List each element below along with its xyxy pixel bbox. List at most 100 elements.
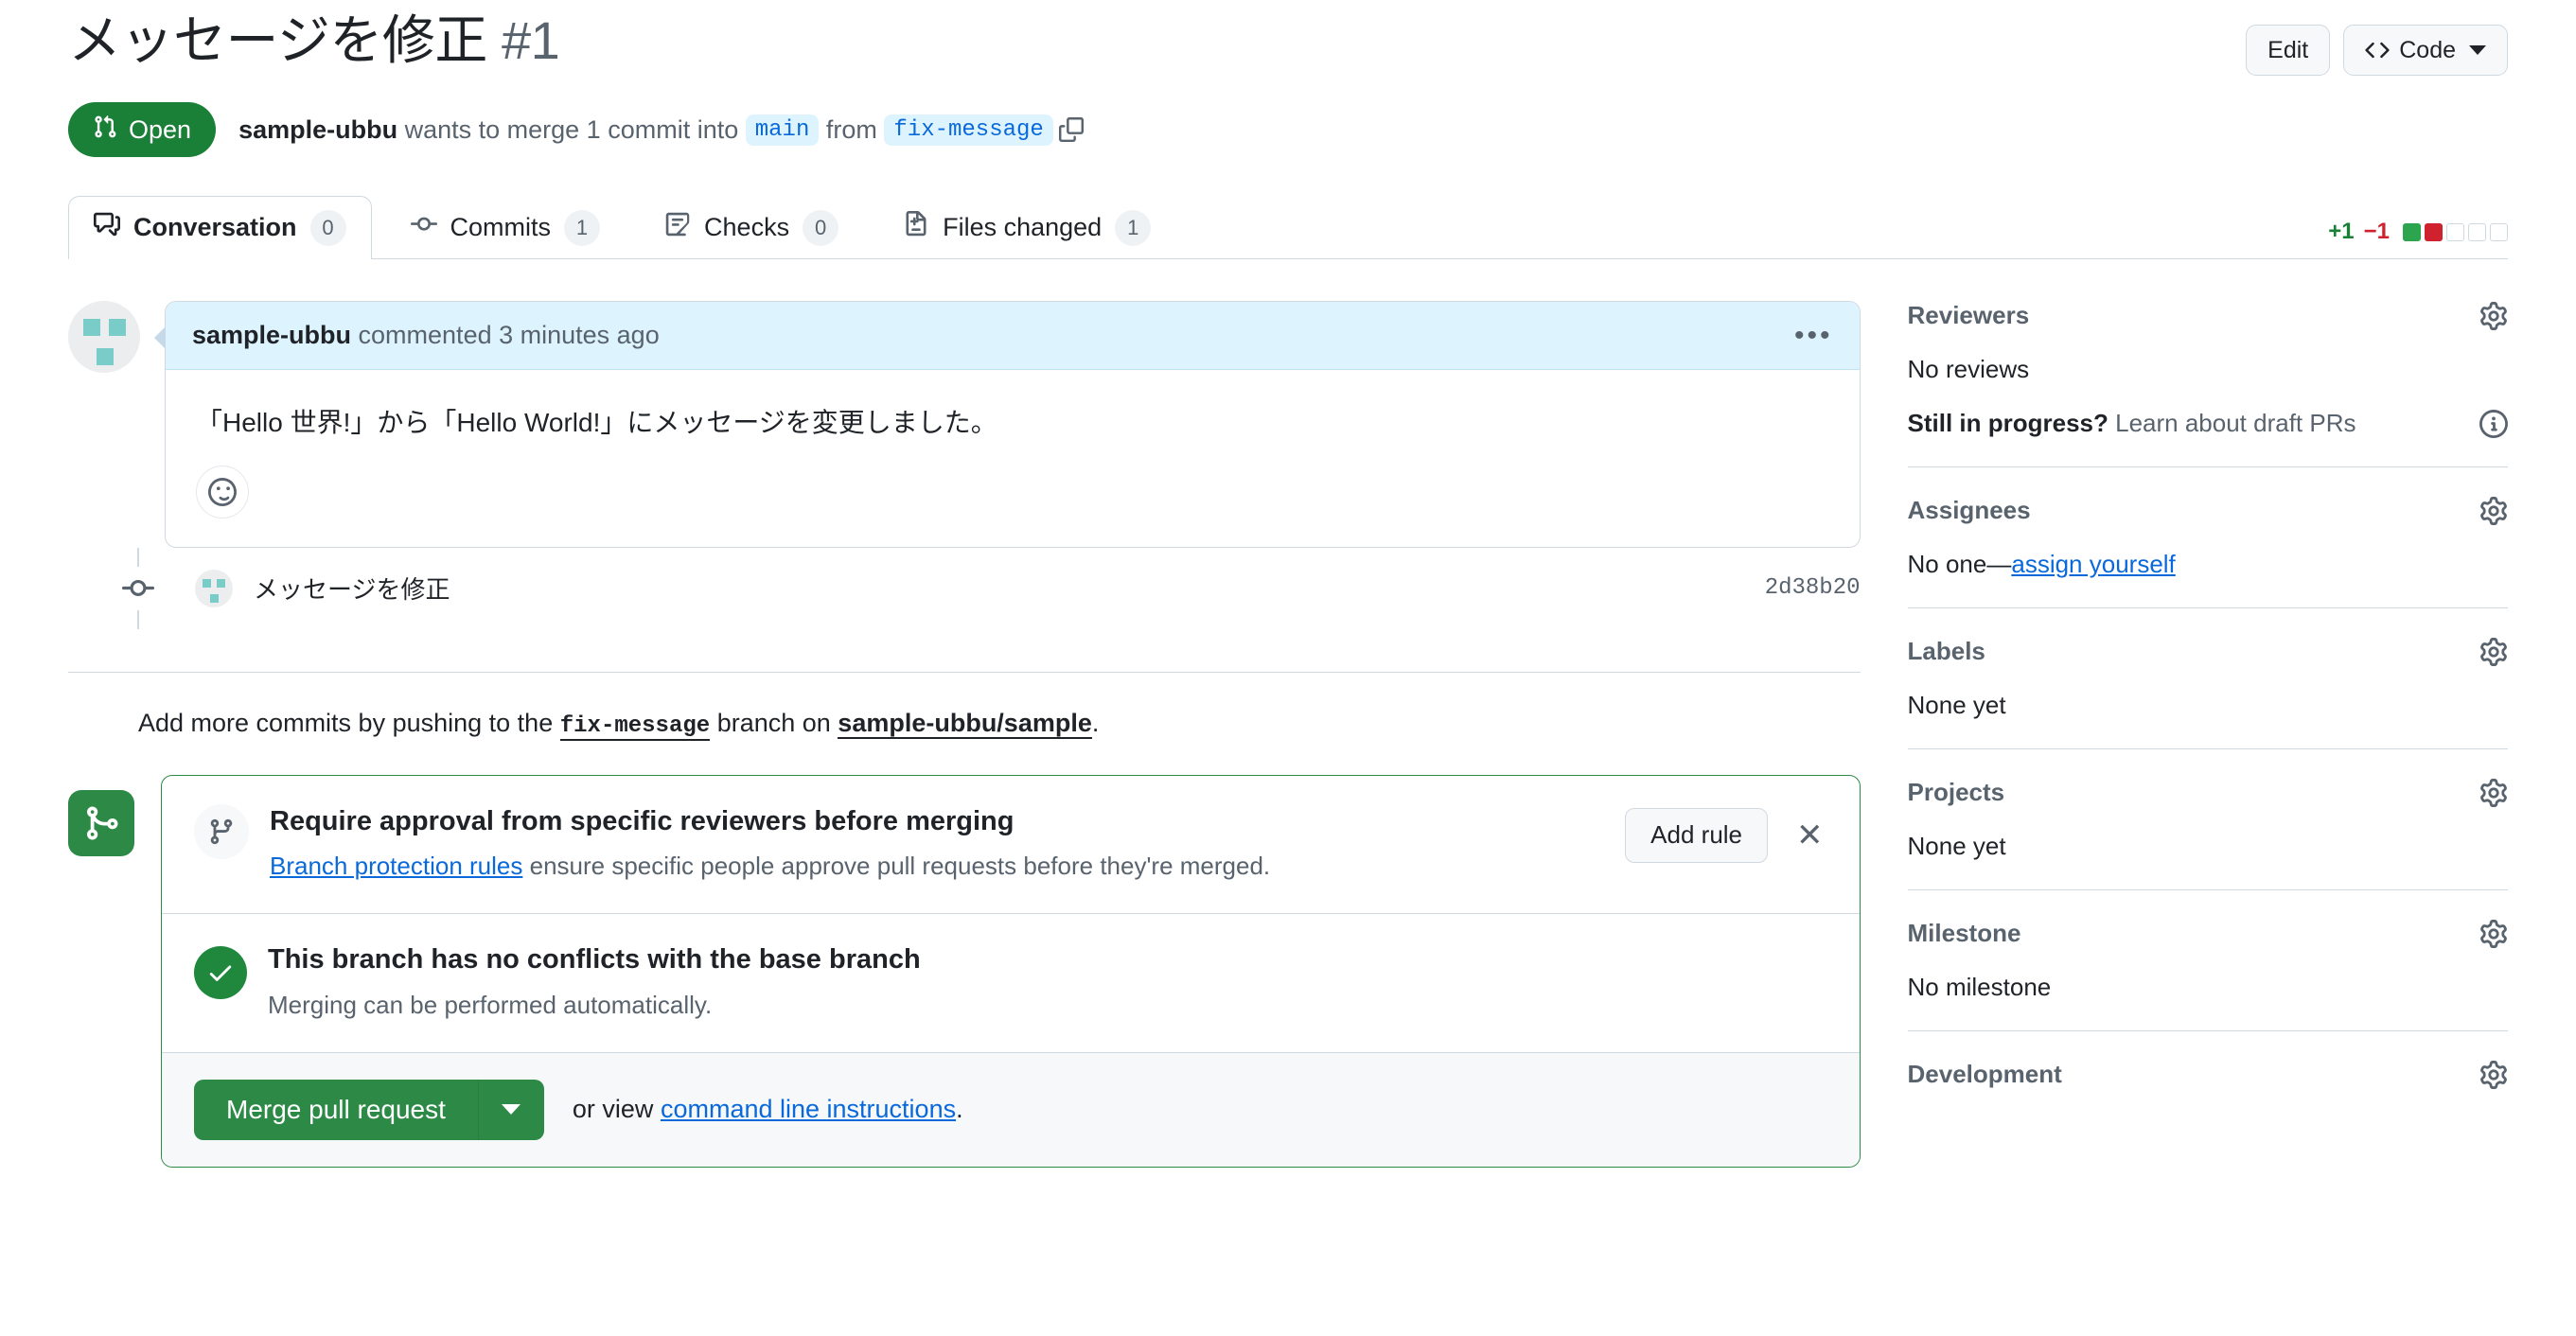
gear-icon[interactable] — [2479, 301, 2508, 330]
info-icon[interactable] — [2479, 409, 2508, 438]
chevron-down-icon — [502, 1104, 521, 1116]
close-icon[interactable]: ✕ — [1792, 816, 1827, 855]
pr-title-text: メッセージを修正 — [68, 10, 487, 70]
sidebar-section-assignees: Assignees No one—assign yourself — [1907, 496, 2508, 608]
sidebar-section-labels: Labels None yet — [1907, 637, 2508, 749]
merge-text-2: from — [825, 114, 877, 144]
branch-protection-description-text: ensure specific people approve pull requ… — [529, 852, 1271, 881]
merge-cli-note: or view command line instructions. — [573, 1095, 963, 1124]
git-merge-icon — [68, 789, 134, 856]
head-branch-chip[interactable]: fix-message — [884, 114, 1053, 146]
push-note-middle: branch on — [716, 708, 831, 737]
timeline-divider — [68, 629, 1861, 673]
sidebar-assignees-none: No one— — [1907, 550, 2012, 578]
merge-conflict-subtitle: Merging can be performed automatically. — [268, 990, 713, 1019]
commit-author-avatar[interactable] — [195, 569, 233, 607]
merge-options-dropdown[interactable] — [477, 1079, 544, 1140]
comment-thread: sample-ubbu commented 3 minutes ago ••• … — [68, 301, 1861, 548]
git-commit-icon — [102, 566, 174, 610]
comment-byline: sample-ubbu commented 3 minutes ago — [192, 321, 660, 350]
merge-footer: Merge pull request or view command line … — [162, 1051, 1860, 1167]
reaction-row — [166, 445, 1860, 547]
tab-files-changed-count: 1 — [1115, 209, 1152, 246]
copy-icon[interactable] — [1058, 117, 1084, 142]
diffstat-block — [2468, 222, 2486, 241]
file-diff-icon — [903, 211, 929, 244]
checklist-icon — [664, 211, 691, 244]
title-row: メッセージを修正 #1 Edit Code — [68, 0, 2508, 76]
tab-conversation-label: Conversation — [133, 213, 297, 241]
tab-files-changed[interactable]: Files changed 1 — [877, 196, 1176, 258]
sidebar-section-projects: Projects None yet — [1907, 778, 2508, 890]
gear-icon[interactable] — [2479, 496, 2508, 525]
diffstat: +1 −1 — [2328, 219, 2508, 245]
page-title: メッセージを修正 #1 — [68, 8, 560, 74]
check-icon — [194, 946, 247, 1000]
tab-conversation[interactable]: Conversation 0 — [68, 196, 372, 259]
diffstat-block — [2490, 222, 2508, 241]
sidebar-projects-title: Projects — [1907, 778, 2005, 806]
avatar[interactable] — [68, 301, 140, 373]
base-branch-chip[interactable]: main — [745, 114, 820, 146]
git-branch-icon — [194, 803, 249, 859]
kebab-horizontal-icon[interactable]: ••• — [1794, 321, 1833, 350]
timeline: メッセージを修正 2d38b20 — [102, 547, 1861, 629]
push-more-commits-note: Add more commits by pushing to the fix-m… — [138, 708, 1861, 741]
diffstat-deletions: −1 — [2363, 219, 2390, 244]
chevron-down-icon — [2469, 45, 2486, 55]
comment-header: sample-ubbu commented 3 minutes ago ••• — [166, 302, 1860, 370]
merge-section: Require approval from specific reviewers… — [68, 774, 1861, 1168]
sidebar-projects-value: None yet — [1907, 832, 2006, 860]
code-brackets-icon — [2365, 38, 2390, 62]
comment-card: sample-ubbu commented 3 minutes ago ••• … — [154, 301, 1861, 548]
smiley-icon[interactable] — [196, 465, 249, 519]
push-note-repo: sample-ubbu/sample — [838, 708, 1092, 739]
branch-protection-rules-link[interactable]: Branch protection rules — [270, 852, 522, 880]
gear-icon[interactable] — [2479, 1060, 2508, 1089]
gear-icon[interactable] — [2479, 919, 2508, 948]
tab-checks-label: Checks — [704, 213, 790, 241]
comment-author[interactable]: sample-ubbu — [192, 321, 351, 349]
sidebar-assignees-title: Assignees — [1907, 496, 2031, 524]
draft-pr-hint: Still in progress? Learn about draft PRs — [1908, 409, 2508, 438]
merge-pull-request-button[interactable]: Merge pull request — [194, 1079, 478, 1140]
tab-checks[interactable]: Checks 0 — [639, 196, 864, 258]
merge-conflict-title: This branch has no conflicts with the ba… — [268, 944, 921, 976]
branch-protection-suggestion: Require approval from specific reviewers… — [162, 776, 1860, 913]
pull-request-page: メッセージを修正 #1 Edit Code Open sample-ubbu w… — [0, 0, 2576, 1336]
merge-note-period: . — [956, 1095, 963, 1124]
command-line-instructions-link[interactable]: command line instructions — [661, 1095, 956, 1123]
branch-protection-actions: Add rule ✕ — [1625, 807, 1827, 863]
pr-number: #1 — [501, 10, 560, 70]
tab-commits-label: Commits — [450, 213, 552, 241]
draft-pr-hint-text: Still in progress? Learn about draft PRs — [1908, 409, 2356, 438]
branch-protection-title: Require approval from specific reviewers… — [270, 805, 1015, 836]
gear-icon[interactable] — [2479, 637, 2508, 666]
comment-body: 「Hello 世界!」から「Hello World!」にメッセージを変更しました… — [196, 408, 997, 437]
sidebar-milestone-title: Milestone — [1907, 919, 2021, 947]
tab-commits-count: 1 — [564, 209, 601, 246]
merge-box: Require approval from specific reviewers… — [161, 774, 1861, 1168]
commit-message[interactable]: メッセージを修正 — [254, 571, 450, 606]
push-note-suffix: . — [1091, 708, 1100, 737]
add-rule-button[interactable]: Add rule — [1625, 807, 1769, 863]
sidebar-milestone-value: No milestone — [1907, 973, 2052, 1001]
draft-pr-hint-prefix: Still in progress? — [1907, 409, 2108, 437]
sidebar-labels-header: Labels — [1908, 637, 2508, 666]
gear-icon[interactable] — [2479, 778, 2508, 807]
push-note-branch: fix-message — [559, 712, 711, 741]
commit-sha[interactable]: 2d38b20 — [1765, 575, 1861, 601]
edit-button[interactable]: Edit — [2246, 25, 2331, 76]
pr-meta-row: Open sample-ubbu wants to merge 1 commit… — [68, 102, 2508, 157]
sidebar-section-milestone: Milestone No milestone — [1907, 919, 2508, 1031]
status-badge-label: Open — [129, 114, 192, 144]
draft-pr-hint-link[interactable]: Learn about draft PRs — [2115, 409, 2355, 437]
tab-commits[interactable]: Commits 1 — [385, 196, 626, 258]
sidebar-section-development: Development — [1908, 1060, 2508, 1142]
merge-text-1: wants to merge 1 commit into — [404, 114, 739, 144]
diffstat-additions: +1 — [2328, 219, 2355, 244]
assign-yourself-link[interactable]: assign yourself — [2011, 550, 2175, 578]
sidebar-development-header: Development — [1908, 1060, 2508, 1089]
merge-button-group: Merge pull request — [194, 1079, 544, 1140]
code-button[interactable]: Code — [2343, 25, 2508, 76]
